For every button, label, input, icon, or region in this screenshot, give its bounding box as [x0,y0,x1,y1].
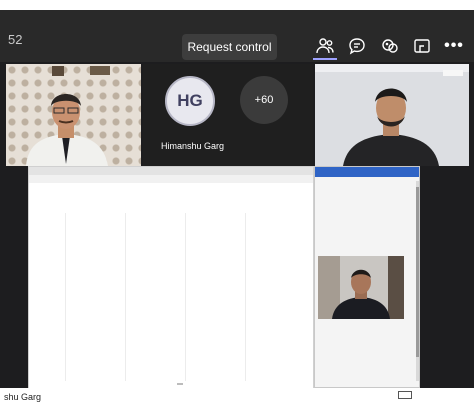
participant-video-1[interactable] [6,64,141,166]
participant-avatar[interactable]: HG [165,76,215,126]
people-icon[interactable] [313,34,337,58]
side-panel-header [315,167,419,177]
chat-icon[interactable] [345,34,369,58]
presenter-name: shu Garg [4,392,42,402]
presenter-video-inset [318,256,404,319]
shared-side-panel [314,166,420,388]
document-rule [125,213,126,381]
meeting-timer: 52 [8,32,23,47]
window-top-edge [0,0,474,10]
person-video-feed [26,66,110,166]
overflow-participants-button[interactable]: +60 [240,76,288,124]
people-active-indicator [313,58,337,60]
participant-gallery-tile: HG Himanshu Garg +60 [143,64,313,166]
document-rule [185,213,186,381]
share-tray-icon[interactable] [410,34,434,58]
document-rule [65,213,66,381]
reactions-icon[interactable] [378,34,402,58]
participant-name: Himanshu Garg [161,141,225,151]
shared-document [29,183,313,389]
teams-meeting-window: 52 Request control ••• HG Himanshu Garg … [0,0,474,404]
footer-control[interactable] [398,391,412,399]
side-panel-scroll-thumb[interactable] [416,187,419,357]
presenter-video-feed [318,256,404,319]
more-icon[interactable]: ••• [442,34,466,58]
document-rule [245,213,246,381]
stage-margin [420,166,474,388]
person-video-feed-2 [315,64,469,166]
meeting-toolbar: 52 Request control ••• [0,10,474,62]
participant-video-2[interactable] [315,64,469,166]
shared-screen-window [28,166,314,389]
request-control-button[interactable]: Request control [182,34,277,60]
shared-browser-tabs [29,167,313,175]
page-indicator [177,383,183,385]
shared-browser-addressbar [29,175,313,183]
